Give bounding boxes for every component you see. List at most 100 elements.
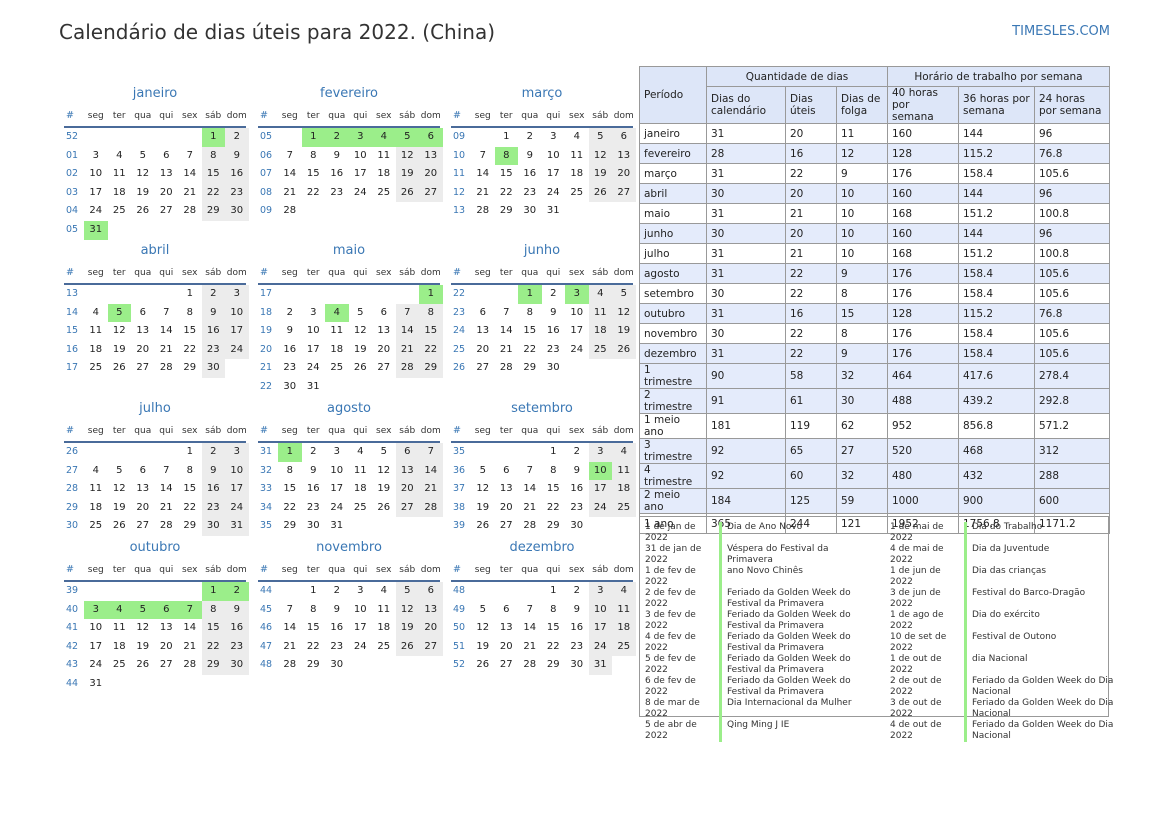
holiday-item: 4 de fev de 2022 Feriado da Golden Week d… xyxy=(645,632,877,654)
weekday-label: seg xyxy=(474,426,491,436)
day-cell: 4 xyxy=(357,446,364,457)
value-cell: 417.6 xyxy=(958,363,1035,389)
day-cell: 17 xyxy=(330,483,344,495)
week-row: 35 29 30 31 xyxy=(258,517,440,536)
day-cell: 13 xyxy=(419,146,443,166)
week-row: 49 5 6 7 8 9 10 11 xyxy=(451,600,636,620)
day-cell: 7 xyxy=(503,306,510,318)
week-number: 50 xyxy=(453,622,466,634)
day-cell: 13 xyxy=(377,325,391,337)
week-row: 20 16 17 18 19 20 21 22 xyxy=(258,340,443,360)
weekday-label: ter xyxy=(499,268,513,278)
weekday-label: sex xyxy=(182,565,198,575)
day-cell xyxy=(419,517,443,536)
weekday-label: qua xyxy=(328,111,346,121)
day-cell: 13 xyxy=(159,622,173,634)
day-cell xyxy=(202,221,226,240)
value-cell: 292.8 xyxy=(1034,388,1110,414)
day-cell: 1 xyxy=(310,585,317,596)
day-cell: 14 xyxy=(499,325,513,337)
value-cell: 30 xyxy=(836,388,888,414)
day-cell: 23 xyxy=(330,640,344,652)
day-cell: 16 xyxy=(546,325,560,337)
day-cell xyxy=(178,221,202,240)
week-number: 46 xyxy=(260,622,273,634)
value-cell: 31 xyxy=(706,203,786,224)
day-cell: 7 xyxy=(286,149,293,161)
day-cell: 8 xyxy=(201,146,225,166)
day-cell: 31 xyxy=(89,677,103,689)
value-cell: 10 xyxy=(836,203,888,224)
week-row: 14 4 5 6 7 8 9 10 xyxy=(64,303,249,323)
day-cell: 18 xyxy=(570,168,584,180)
value-cell: 8 xyxy=(836,323,888,344)
weekday-header: # seg ter qua qui sex sáb dom xyxy=(64,108,247,128)
day-cell: 3 xyxy=(357,585,364,596)
weekday-label: seg xyxy=(281,565,298,575)
day-cell: 30 xyxy=(570,659,584,671)
weekday-label: ter xyxy=(499,565,513,575)
day-cell: 13 xyxy=(499,483,513,495)
day-cell: 28 xyxy=(283,205,297,217)
period-cell: agosto xyxy=(639,263,707,284)
stats-row: junho 30 20 10 160 144 96 xyxy=(639,223,1110,244)
value-cell: 30 xyxy=(706,283,786,304)
day-cell: 24 xyxy=(570,343,584,355)
day-cell: 5 xyxy=(612,285,636,304)
day-cell: 19 xyxy=(476,640,490,652)
holiday-item: 5 de fev de 2022 Feriado da Golden Week d… xyxy=(645,654,877,676)
day-cell: 31 xyxy=(588,656,612,675)
day-cell: 25 xyxy=(588,340,612,360)
value-cell: 105.6 xyxy=(1034,323,1110,344)
day-cell: 1 xyxy=(550,585,557,596)
day-cell: 12 xyxy=(136,622,150,634)
day-cell: 17 xyxy=(353,622,367,634)
day-cell: 25 xyxy=(112,205,126,217)
stats-row: março 31 22 9 176 158.4 105.6 xyxy=(639,163,1110,184)
holiday-item: 1 de mai de 2022 Dia do Trabalho xyxy=(890,522,1122,544)
day-cell: 11 xyxy=(89,325,103,337)
day-cell: 12 xyxy=(112,325,126,337)
week-number: 09 xyxy=(453,131,466,142)
day-cell: 13 xyxy=(476,325,490,337)
day-cell: 22 xyxy=(183,501,197,513)
week-number: 11 xyxy=(453,168,466,180)
day-cell: 19 xyxy=(112,501,126,513)
day-cell: 16 xyxy=(570,483,584,495)
day-cell: 4 xyxy=(588,285,612,304)
weekday-label: sáb xyxy=(592,268,609,278)
day-cell: 16 xyxy=(330,622,344,634)
period-cell: abril xyxy=(639,183,707,204)
value-cell: 900 xyxy=(958,488,1035,514)
day-cell: 13 xyxy=(499,622,513,634)
day-cell: 22 xyxy=(546,501,560,513)
week-number: 32 xyxy=(260,464,273,476)
holiday-item: 10 de set de 2022 Festival de Outono xyxy=(890,632,1122,654)
value-cell: 59 xyxy=(836,488,888,514)
weekday-header: # seg ter qua qui sex sáb dom xyxy=(451,562,634,582)
period-cell: dezembro xyxy=(639,343,707,364)
day-cell xyxy=(325,285,349,304)
day-cell xyxy=(589,359,613,378)
value-cell: 151.2 xyxy=(958,243,1035,264)
week-number: 14 xyxy=(66,306,79,318)
value-cell: 22 xyxy=(785,163,837,184)
week-number: 51 xyxy=(453,640,466,652)
weekday-label: ter xyxy=(499,426,513,436)
day-cell: 3 xyxy=(225,443,249,462)
holiday-day-cell: 5 xyxy=(131,600,155,620)
week-row: 45 7 8 9 10 11 12 13 xyxy=(258,600,443,620)
day-cell: 25 xyxy=(353,501,367,513)
value-cell: 31 xyxy=(706,163,786,184)
value-cell: 92 xyxy=(706,438,786,464)
holiday-day-cell: 3 xyxy=(348,128,372,147)
weekday-label: sex xyxy=(182,111,198,121)
day-cell: 6 xyxy=(395,443,419,462)
site-link[interactable]: TIMESLES.COM xyxy=(1012,24,1110,39)
day-cell: 24 xyxy=(225,340,249,360)
day-cell: 19 xyxy=(112,343,126,355)
day-cell xyxy=(108,582,132,601)
month-name: agosto xyxy=(327,401,371,416)
day-cell: 3 xyxy=(588,582,612,601)
day-cell: 6 xyxy=(419,582,443,601)
